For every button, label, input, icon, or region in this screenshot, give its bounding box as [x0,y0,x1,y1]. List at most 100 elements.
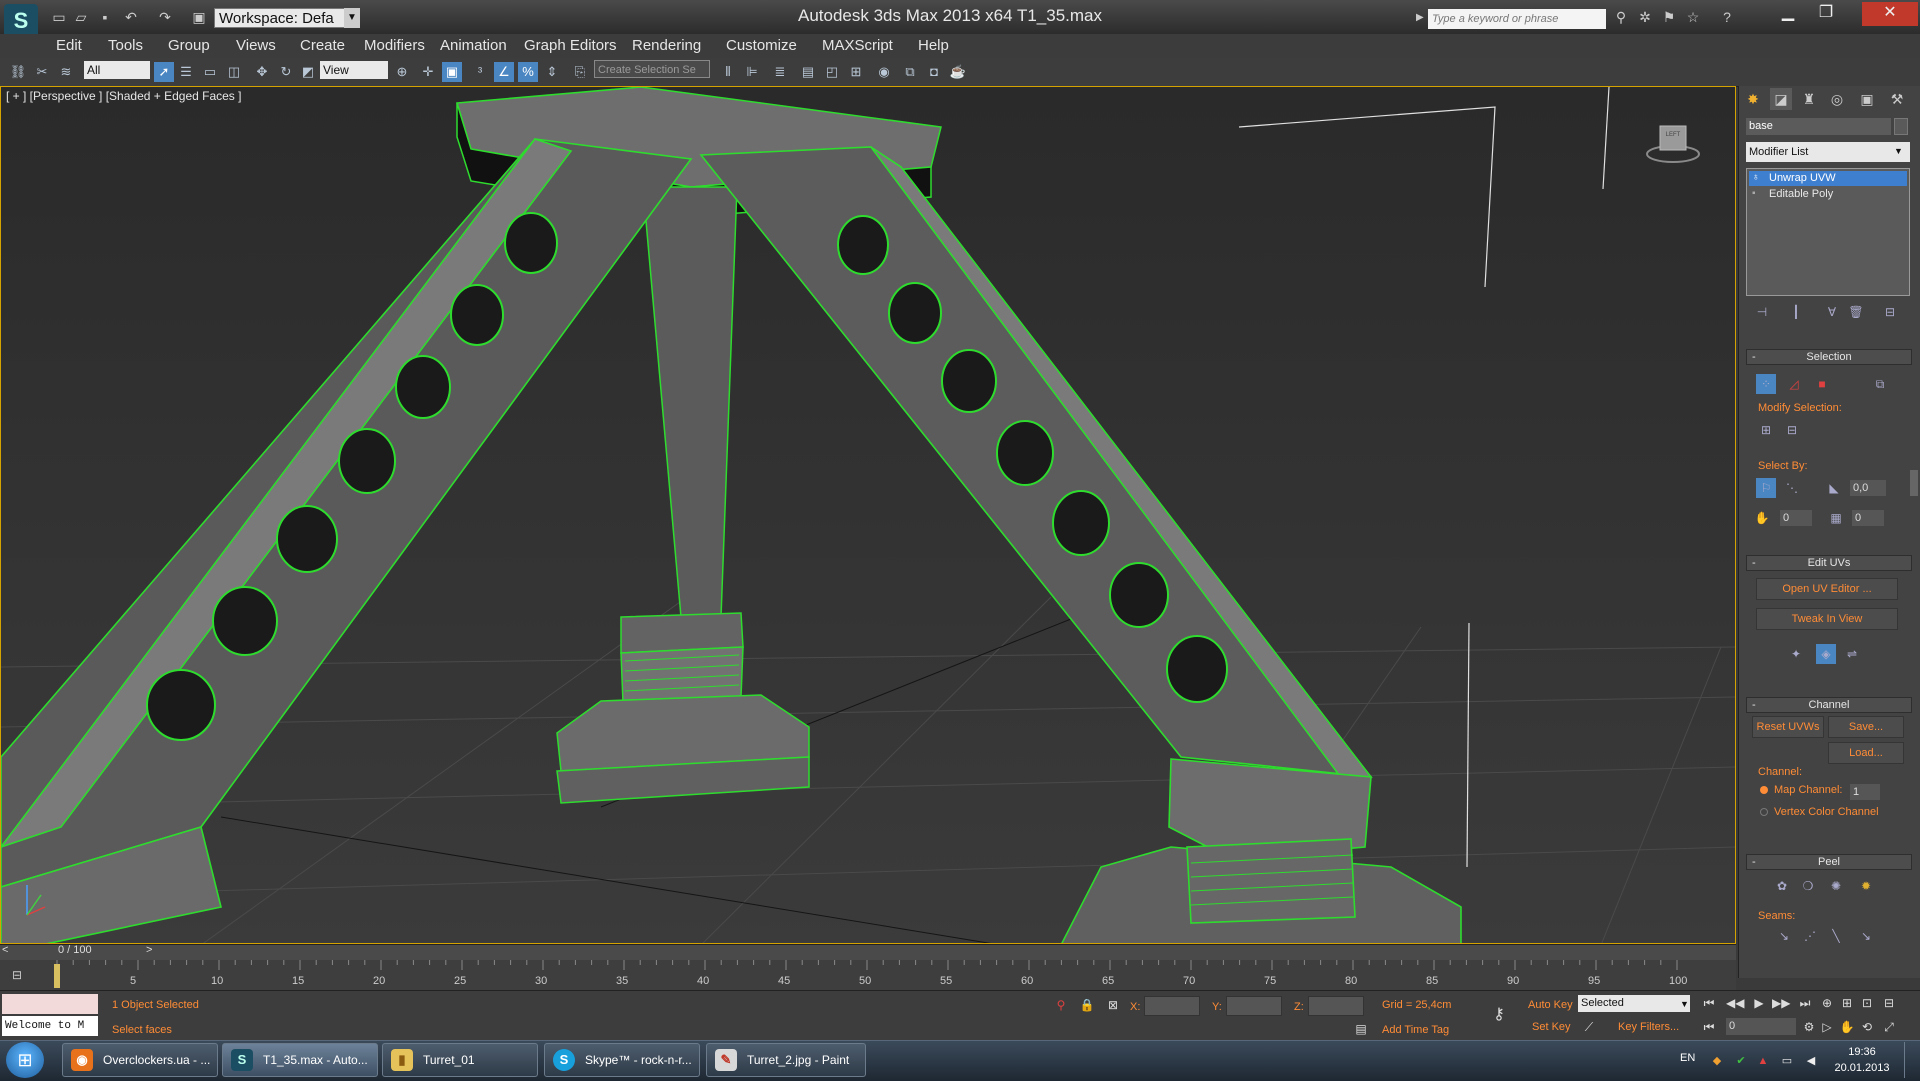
rollout-selection[interactable]: - Selection [1746,349,1912,365]
selection-filter-dropdown[interactable]: All [84,61,150,79]
menu-modifiers[interactable]: Modifiers [364,34,425,58]
pivot-center-icon[interactable]: ⊕ [392,62,412,82]
reference-coordinate-dropdown[interactable]: View [320,61,388,79]
align-uv-icon[interactable]: ⇌ [1842,644,1862,664]
snaps-toggle-icon[interactable]: ³ [470,62,490,82]
absolute-mode-icon[interactable]: ⊠ [1104,996,1122,1014]
polygon-select-icon[interactable]: ■ [1812,374,1832,394]
taskbar-3dsmax[interactable]: S T1_35.max - Auto... [222,1043,378,1077]
link-icon[interactable]: ⛓ [8,62,28,82]
expand-icon[interactable]: ▪ [1752,188,1756,199]
save-uvw-button[interactable]: Save... [1828,716,1904,738]
menu-views[interactable]: Views [236,34,276,58]
quick-planar-map-icon[interactable]: ◈ [1816,644,1836,664]
taskbar-firefox[interactable]: ◉ Overclockers.ua - ... [62,1043,218,1077]
zoom-extents-icon[interactable]: ⊡ [1858,994,1876,1012]
select-manipulate-icon[interactable]: ✛ [418,62,438,82]
start-button[interactable]: ⊞ [6,1042,44,1078]
input-language[interactable]: EN [1680,1052,1695,1064]
taskbar-skype[interactable]: S Skype™ - rock-n-r... [544,1043,700,1077]
tray-volume-icon[interactable]: ◀ [1804,1054,1818,1068]
bind-spacewarp-icon[interactable]: ≋ [56,62,76,82]
menu-tools[interactable]: Tools [108,34,143,58]
menu-create[interactable]: Create [300,34,345,58]
tray-monitor-icon[interactable]: ▭ [1780,1054,1794,1068]
viewport-label[interactable]: [ + ] [Perspective ] [Shaded + Edged Fac… [6,89,241,103]
pin-stack-icon[interactable]: ⊣ [1752,302,1772,322]
communication-icon[interactable]: ⚑ [1660,8,1678,26]
goto-start-icon[interactable]: ⏮ [1700,994,1718,1012]
rollout-edit-uvs[interactable]: - Edit UVs [1746,555,1912,571]
maxscript-output[interactable]: Welcome to M [2,1016,98,1036]
menu-graph-editors[interactable]: Graph Editors [524,34,617,58]
time-cursor[interactable] [54,964,60,988]
sg-spinner[interactable]: 0 [1780,510,1812,526]
vertex-select-icon[interactable]: ⁘ [1756,374,1776,394]
graphite-ribbon-icon[interactable]: ▤ [798,62,818,82]
open-file-icon[interactable]: ▱ [72,8,90,26]
open-uv-editor-button[interactable]: Open UV Editor ... [1756,578,1898,600]
project-folder-icon[interactable]: ▣ [190,8,208,26]
mirror-icon[interactable]: ⫴ [718,62,738,82]
time-prev-icon[interactable]: < [2,944,8,956]
show-end-result-icon[interactable]: ┃ [1786,302,1806,322]
seams-to-edge-sel-icon[interactable]: ╲ [1826,926,1846,946]
save-file-icon[interactable]: ▪ [96,8,114,26]
time-configuration-icon[interactable]: ⚙ [1800,1018,1818,1036]
stack-item-unwrap-uvw[interactable]: Unwrap UVW [1749,171,1907,186]
menu-edit[interactable]: Edit [56,34,82,58]
peel-settings-icon[interactable]: ✹ [1856,876,1876,896]
window-crossing-icon[interactable]: ◫ [224,62,244,82]
map-channel-spinner[interactable]: 1 [1850,784,1880,800]
lightbulb-icon[interactable]: ♁ [1752,172,1760,183]
app-logo-icon[interactable]: S [4,4,38,38]
next-frame-icon[interactable]: ▶▶ [1772,994,1790,1012]
subscription-icon[interactable]: ✲ [1636,8,1654,26]
expand-seams-icon[interactable]: ↘ [1856,926,1876,946]
search-arrow-icon[interactable]: ▶ [1416,12,1424,23]
ignore-backfacing-icon[interactable]: ⚐ [1756,478,1776,498]
layer-manager-icon[interactable]: ≣ [770,62,790,82]
set-key-icon[interactable]: ⚷ [1490,1006,1508,1024]
key-mode-dropdown[interactable]: Selected [1578,995,1690,1012]
shrink-selection-icon[interactable]: ⊟ [1782,420,1802,440]
select-by-name-icon[interactable]: ☰ [176,62,196,82]
show-desktop-button[interactable] [1904,1042,1919,1078]
keyboard-shortcut-override-icon[interactable]: ▣ [442,62,462,82]
z-coord-field[interactable] [1308,996,1364,1016]
isolate-selection-icon[interactable]: ⚲ [1052,996,1070,1014]
quick-planar-icon[interactable]: ✦ [1786,644,1806,664]
auto-key-button[interactable]: Auto Key [1528,999,1573,1011]
create-tab-icon[interactable]: ✸ [1742,88,1764,110]
element-select-icon[interactable]: ⧉ [1870,374,1890,394]
schematic-view-icon[interactable]: ⊞ [846,62,866,82]
set-key-button[interactable]: Set Key [1532,1021,1571,1033]
named-selection-input[interactable]: Create Selection Se [594,60,710,78]
edge-sel-to-seams-icon[interactable]: ⋰ [1800,926,1820,946]
minimize-button[interactable]: ▁ [1770,2,1806,26]
map-channel-radio[interactable] [1760,786,1768,794]
scale-icon[interactable]: ◩ [298,62,318,82]
grow-selection-icon[interactable]: ⊞ [1756,420,1776,440]
key-mode-toggle-icon[interactable]: ⏮ [1700,1018,1718,1036]
spinner-snap-icon[interactable]: ⇕ [542,62,562,82]
remove-modifier-icon[interactable]: 🗑 [1846,302,1866,322]
time-slider[interactable] [0,944,1736,961]
edit-named-selection-icon[interactable]: ⎘ [570,62,590,82]
rotate-icon[interactable]: ↻ [276,62,296,82]
time-slider-frame[interactable]: 0 / 100 [58,944,92,956]
binoculars-icon[interactable]: ⚲ [1612,8,1630,26]
clock-date[interactable]: 20.01.2013 [1832,1062,1892,1074]
perspective-viewport[interactable] [0,86,1736,944]
menu-customize[interactable]: Customize [726,34,797,58]
menu-animation[interactable]: Animation [440,34,507,58]
reset-uvws-button[interactable]: Reset UVWs [1752,716,1824,738]
current-frame-field[interactable]: 0 [1726,1018,1796,1035]
select-by-element-icon[interactable]: ⋱ [1782,478,1802,498]
play-icon[interactable]: ▶ [1750,994,1768,1012]
material-editor-icon[interactable]: ◉ [874,62,894,82]
chevron-down-icon[interactable]: ▼ [344,8,360,28]
tray-network-warning-icon[interactable]: ▲ [1756,1054,1770,1068]
taskbar-folder[interactable]: ▮ Turret_01 [382,1043,538,1077]
rollout-channel[interactable]: - Channel [1746,697,1912,713]
